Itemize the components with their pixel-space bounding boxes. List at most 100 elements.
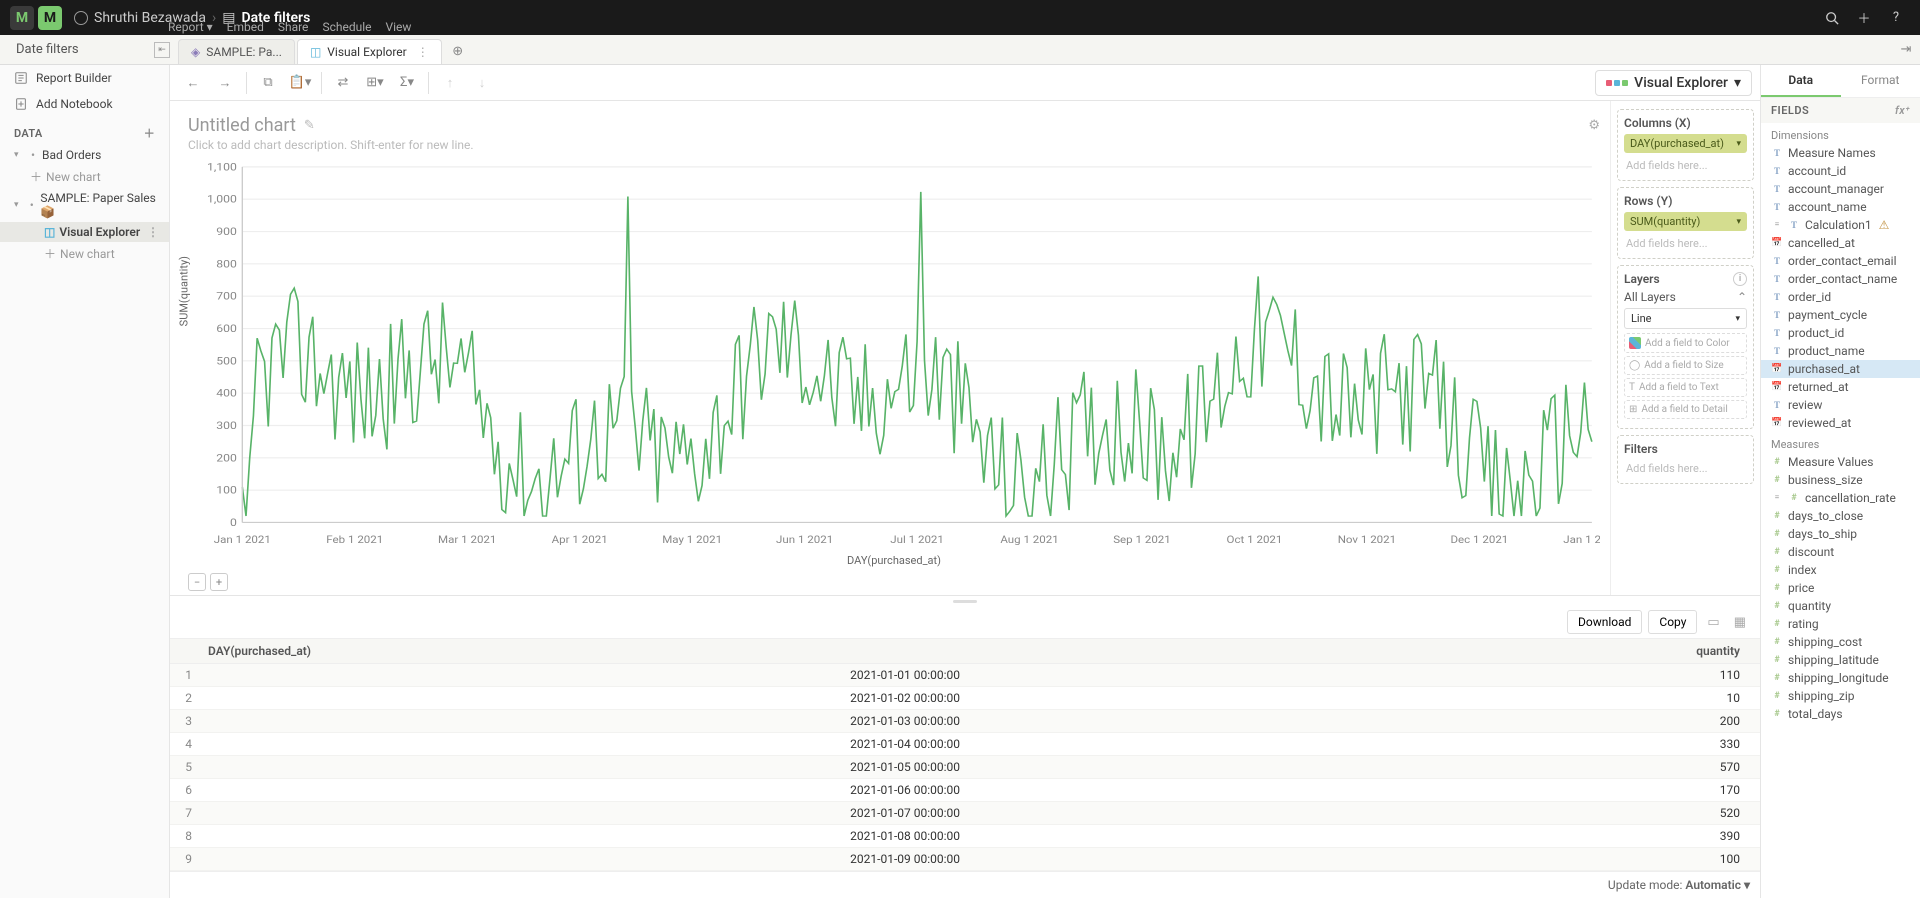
- field-rating[interactable]: #rating: [1761, 615, 1920, 633]
- slot-detail[interactable]: ⊞Add a field to Detail: [1624, 400, 1747, 419]
- chart-subtitle[interactable]: Click to add chart description. Shift-en…: [188, 138, 1600, 152]
- chart-canvas[interactable]: SUM(quantity) 01002003004005006007008009…: [188, 160, 1600, 550]
- menu-schedule[interactable]: Schedule: [322, 20, 371, 34]
- paste-icon[interactable]: 📋▾: [285, 69, 315, 97]
- field-reviewed_at[interactable]: 📅reviewed_at: [1761, 414, 1920, 432]
- slot-size[interactable]: ◯Add a field to Size: [1624, 356, 1747, 375]
- field-order_contact_email[interactable]: Torder_contact_email: [1761, 252, 1920, 270]
- field-product_id[interactable]: Tproduct_id: [1761, 324, 1920, 342]
- menu-share[interactable]: Share: [278, 20, 309, 34]
- tree-sample-new-chart[interactable]: ＋New chart: [0, 242, 169, 265]
- field-order_id[interactable]: Torder_id: [1761, 288, 1920, 306]
- download-button[interactable]: Download: [1567, 610, 1642, 634]
- field-account_id[interactable]: Taccount_id: [1761, 162, 1920, 180]
- search-icon[interactable]: [1818, 6, 1846, 30]
- undo-icon[interactable]: ←: [178, 69, 208, 97]
- table-row[interactable]: 82021-01-08 00:00:00390: [170, 825, 1760, 848]
- duplicate-icon[interactable]: ⧉: [253, 69, 283, 97]
- sort-asc-icon[interactable]: ↑: [435, 69, 465, 97]
- tab-add-button[interactable]: ⊕: [444, 39, 472, 64]
- field-discount[interactable]: #discount: [1761, 543, 1920, 561]
- field-shipping_longitude[interactable]: #shipping_longitude: [1761, 669, 1920, 687]
- plus-icon[interactable]: ＋: [1850, 6, 1878, 30]
- field-Calculation1[interactable]: =TCalculation1⚠: [1761, 216, 1920, 234]
- app-logo[interactable]: M M: [10, 6, 62, 30]
- field-product_name[interactable]: Tproduct_name: [1761, 342, 1920, 360]
- calendar-icon[interactable]: ▦: [1730, 615, 1750, 630]
- columns-shelf[interactable]: Columns (X) DAY(purchased_at)▾ Add field…: [1617, 109, 1754, 181]
- filters-shelf[interactable]: Filters Add fields here...: [1617, 435, 1754, 484]
- filters-placeholder[interactable]: Add fields here...: [1624, 460, 1747, 477]
- chart-settings-icon[interactable]: ⚙: [1588, 118, 1600, 133]
- field-account_manager[interactable]: Taccount_manager: [1761, 180, 1920, 198]
- field-index[interactable]: #index: [1761, 561, 1920, 579]
- chart-title[interactable]: Untitled chart: [188, 115, 296, 136]
- info-icon[interactable]: i: [1733, 272, 1747, 286]
- redo-icon[interactable]: →: [210, 69, 240, 97]
- field-total_days[interactable]: #total_days: [1761, 705, 1920, 723]
- table-row[interactable]: 32021-01-03 00:00:00200: [170, 710, 1760, 733]
- table-row[interactable]: 52021-01-05 00:00:00570: [170, 756, 1760, 779]
- rows-pill[interactable]: SUM(quantity)▾: [1624, 212, 1747, 231]
- tab-more-icon[interactable]: ⋮: [417, 45, 429, 59]
- field-Measure Values[interactable]: #Measure Values: [1761, 453, 1920, 471]
- update-mode[interactable]: Update mode: Automatic ▾: [170, 871, 1760, 898]
- sidebar-add-notebook[interactable]: Add Notebook: [0, 91, 169, 117]
- edit-title-icon[interactable]: ✎: [304, 118, 315, 133]
- collapse-icon[interactable]: ⇤: [154, 42, 170, 58]
- field-order_contact_name[interactable]: Torder_contact_name: [1761, 270, 1920, 288]
- table-row[interactable]: 12021-01-01 00:00:00110: [170, 664, 1760, 687]
- sort-desc-icon[interactable]: ↓: [467, 69, 497, 97]
- tab-visual-explorer[interactable]: ◫ Visual Explorer ⋮: [297, 39, 442, 64]
- field-days_to_ship[interactable]: #days_to_ship: [1761, 525, 1920, 543]
- field-days_to_close[interactable]: #days_to_close: [1761, 507, 1920, 525]
- chevron-up-icon[interactable]: ⌃: [1737, 290, 1747, 304]
- field-payment_cycle[interactable]: Tpayment_cycle: [1761, 306, 1920, 324]
- table-row[interactable]: 62021-01-06 00:00:00170: [170, 779, 1760, 802]
- field-shipping_zip[interactable]: #shipping_zip: [1761, 687, 1920, 705]
- help-icon[interactable]: ?: [1882, 6, 1910, 30]
- field-cancellation_rate[interactable]: =#cancellation_rate: [1761, 489, 1920, 507]
- swap-icon[interactable]: ⇄: [328, 69, 358, 97]
- tab-sample[interactable]: ◈ SAMPLE: Pa...: [178, 39, 295, 64]
- panel-toggle-icon[interactable]: ⇥: [1892, 35, 1920, 64]
- menu-embed[interactable]: Embed: [227, 20, 264, 34]
- field-account_name[interactable]: Taccount_name: [1761, 198, 1920, 216]
- table-row[interactable]: 92021-01-09 00:00:00100: [170, 848, 1760, 871]
- fit-icon[interactable]: ⊞▾: [360, 69, 390, 97]
- field-business_size[interactable]: #business_size: [1761, 471, 1920, 489]
- sidebar-report-builder[interactable]: Report Builder: [0, 65, 169, 91]
- table-row[interactable]: 42021-01-04 00:00:00330: [170, 733, 1760, 756]
- zoom-out-icon[interactable]: −: [188, 573, 206, 591]
- table-row[interactable]: 72021-01-07 00:00:00520: [170, 802, 1760, 825]
- field-returned_at[interactable]: 📅returned_at: [1761, 378, 1920, 396]
- field-review[interactable]: Treview: [1761, 396, 1920, 414]
- slot-color[interactable]: Add a field to Color: [1624, 333, 1747, 353]
- menu-report[interactable]: Report ▾: [168, 20, 213, 34]
- slot-text[interactable]: TAdd a field to Text: [1624, 378, 1747, 397]
- mark-select[interactable]: Line▾: [1624, 308, 1747, 329]
- rp-tab-format[interactable]: Format: [1841, 65, 1920, 97]
- rp-tab-data[interactable]: Data: [1761, 65, 1841, 97]
- zoom-in-icon[interactable]: +: [210, 573, 228, 591]
- field-purchased_at[interactable]: 📅purchased_at: [1761, 360, 1920, 378]
- tree-visual-explorer[interactable]: ◫ Visual Explorer ⋮: [0, 222, 169, 242]
- tree-bad-orders-new-chart[interactable]: ＋New chart: [0, 165, 169, 188]
- rows-placeholder[interactable]: Add fields here...: [1624, 235, 1747, 252]
- field-price[interactable]: #price: [1761, 579, 1920, 597]
- copy-button[interactable]: Copy: [1648, 610, 1697, 634]
- field-cancelled_at[interactable]: 📅cancelled_at: [1761, 234, 1920, 252]
- collapse-grid-icon[interactable]: ▭: [1703, 615, 1723, 630]
- tree-sample-paper[interactable]: ▾• SAMPLE: Paper Sales 📦: [0, 188, 169, 222]
- field-quantity[interactable]: #quantity: [1761, 597, 1920, 615]
- visual-explorer-dropdown[interactable]: Visual Explorer ▾: [1595, 70, 1752, 96]
- sigma-icon[interactable]: Σ▾: [392, 69, 422, 97]
- grid-col-date[interactable]: DAY(purchased_at): [200, 639, 974, 663]
- menu-view[interactable]: View: [385, 20, 411, 34]
- grid-resize-handle[interactable]: [170, 596, 1760, 606]
- field-Measure Names[interactable]: TMeasure Names: [1761, 144, 1920, 162]
- field-shipping_cost[interactable]: #shipping_cost: [1761, 633, 1920, 651]
- tree-item-more-icon[interactable]: ⋮: [147, 225, 163, 239]
- rows-shelf[interactable]: Rows (Y) SUM(quantity)▾ Add fields here.…: [1617, 187, 1754, 259]
- field-shipping_latitude[interactable]: #shipping_latitude: [1761, 651, 1920, 669]
